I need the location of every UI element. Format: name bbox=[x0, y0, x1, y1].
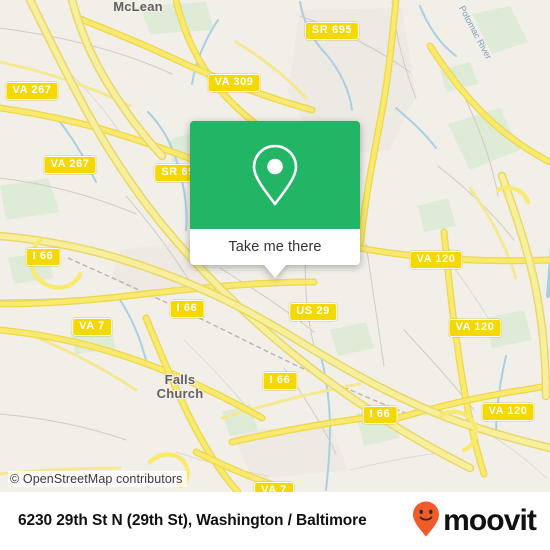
popup-footer[interactable]: Take me there bbox=[190, 229, 360, 265]
shield-us-29: US 29 bbox=[289, 303, 337, 321]
moovit-brand-logo[interactable]: moovit bbox=[411, 500, 537, 543]
shield-va-267-lower: VA 267 bbox=[43, 156, 97, 174]
shield-va-120-lower: VA 120 bbox=[481, 403, 535, 421]
shield-i-66-mid: I 66 bbox=[169, 300, 205, 318]
shield-va-7-bottom: VA 7 bbox=[254, 482, 294, 492]
shield-va-120-mid: VA 120 bbox=[448, 319, 502, 337]
shield-i-66-lower: I 66 bbox=[262, 372, 298, 390]
popup-pointer-triangle bbox=[264, 265, 286, 278]
map-popup-card[interactable]: Take me there bbox=[190, 121, 360, 278]
shield-i-66-left: I 66 bbox=[25, 248, 61, 266]
shield-sr-695-north: SR 695 bbox=[304, 22, 360, 40]
popup-header bbox=[190, 121, 360, 229]
page-footer: 6230 29th St N (29th St), Washington / B… bbox=[0, 492, 550, 550]
map-attribution[interactable]: © OpenStreetMap contributors bbox=[8, 471, 187, 487]
shield-i-66-bottom: I 66 bbox=[362, 406, 398, 424]
map-pin-icon bbox=[248, 142, 302, 208]
shield-va-7: VA 7 bbox=[72, 318, 112, 336]
shield-va-309: VA 309 bbox=[207, 74, 261, 92]
address-label: 6230 29th St N (29th St), Washington / B… bbox=[18, 512, 367, 529]
moovit-smiley-pin-icon bbox=[411, 500, 441, 543]
map-canvas[interactable]: .park { fill:#d9ead3; opacity:.85; } .ur… bbox=[0, 0, 550, 492]
shield-va-120-upper: VA 120 bbox=[409, 251, 463, 269]
screenshot-root: .park { fill:#d9ead3; opacity:.85; } .ur… bbox=[0, 0, 550, 550]
shield-va-267-upper: VA 267 bbox=[5, 82, 59, 100]
take-me-there-label: Take me there bbox=[228, 239, 322, 255]
moovit-wordmark: moovit bbox=[443, 504, 537, 537]
